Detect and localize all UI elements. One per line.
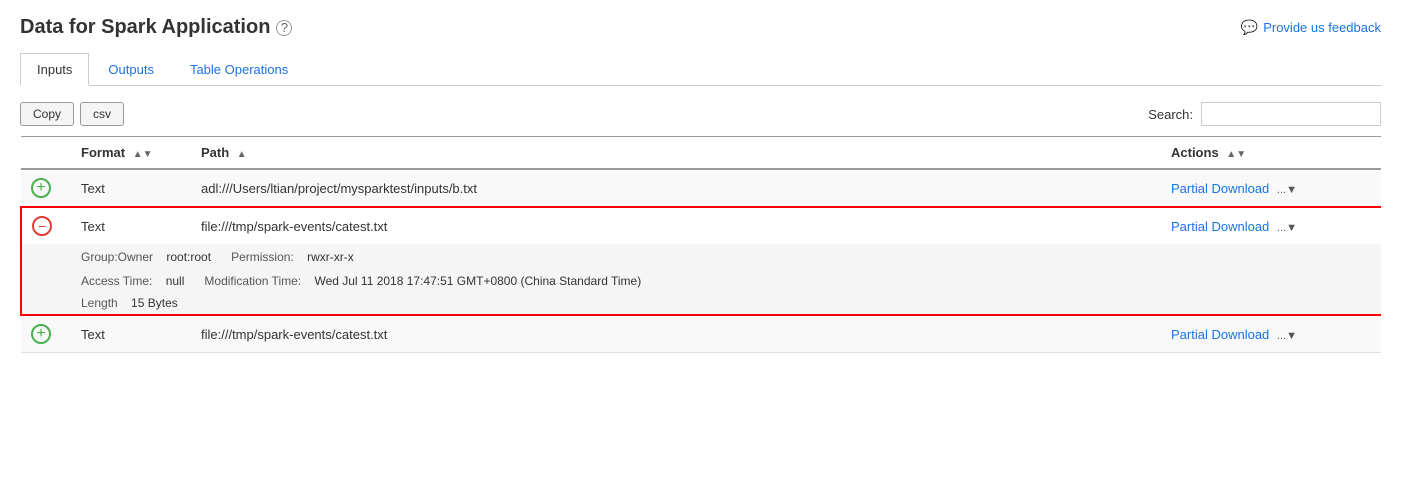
search-input[interactable]	[1201, 102, 1381, 126]
col-actions[interactable]: Actions ▲▼	[1161, 137, 1381, 170]
page-title: Data for Spark Application	[20, 16, 270, 39]
detail-permission-value: rwxr-xr-x	[307, 250, 354, 264]
col-path[interactable]: Path ▲	[191, 137, 1161, 170]
tab-table-operations[interactable]: Table Operations	[173, 53, 305, 85]
row2-partial-download[interactable]: Partial Download	[1171, 219, 1269, 234]
detail-row-1: Group:Owner root:root Permission: rwxr-x…	[21, 244, 1381, 270]
table-row: + Text adl:///Users/ltian/project/myspar…	[21, 169, 1381, 207]
data-table: Format ▲▼ Path ▲ Actions ▲▼ + Text	[20, 136, 1381, 353]
feedback-label: Provide us feedback	[1263, 20, 1381, 35]
row1-expand-icon[interactable]: +	[31, 178, 51, 198]
tab-inputs[interactable]: Inputs	[20, 53, 89, 86]
row2-collapse-icon[interactable]: −	[32, 216, 52, 236]
detail-permission-label: Permission:	[231, 250, 294, 264]
row3-format: Text	[71, 315, 191, 353]
row2-dropdown[interactable]: ...▼	[1277, 222, 1297, 234]
copy-button[interactable]: Copy	[20, 102, 74, 126]
help-icon[interactable]: ?	[276, 20, 292, 36]
row1-format: Text	[71, 169, 191, 207]
row3-partial-download[interactable]: Partial Download	[1171, 327, 1269, 342]
toolbar: Copy csv Search:	[20, 102, 1381, 126]
row2-path: file:///tmp/spark-events/catest.txt	[191, 207, 1161, 244]
row2-expand-cell: −	[21, 207, 71, 244]
table-row-selected: − Text file:///tmp/spark-events/catest.t…	[21, 207, 1381, 244]
row3-expand-cell: +	[21, 315, 71, 353]
col-expand	[21, 137, 71, 170]
detail-modification-label: Modification Time:	[204, 274, 301, 288]
table-row: + Text file:///tmp/spark-events/catest.t…	[21, 315, 1381, 353]
row2-format: Text	[71, 207, 191, 244]
actions-sort-icon: ▲▼	[1226, 149, 1246, 160]
detail-length-label: Length	[81, 296, 118, 310]
row1-partial-download[interactable]: Partial Download	[1171, 181, 1269, 196]
row1-expand-cell: +	[21, 169, 71, 207]
detail-access-value: null	[166, 274, 185, 288]
format-sort-icon: ▲▼	[133, 149, 153, 160]
detail-access-label: Access Time:	[81, 274, 152, 288]
tab-outputs[interactable]: Outputs	[91, 53, 171, 85]
csv-button[interactable]: csv	[80, 102, 124, 126]
row2-actions: Partial Download ...▼	[1161, 207, 1381, 244]
search-label: Search:	[1148, 107, 1193, 122]
detail-row-2: Access Time: null Modification Time: Wed…	[21, 270, 1381, 292]
tab-bar: Inputs Outputs Table Operations	[20, 53, 1381, 86]
row3-dropdown[interactable]: ...▼	[1277, 330, 1297, 342]
row3-path: file:///tmp/spark-events/catest.txt	[191, 315, 1161, 353]
path-sort-icon: ▲	[237, 149, 247, 160]
row1-dropdown[interactable]: ...▼	[1277, 184, 1297, 196]
detail-group-value: root:root	[166, 250, 211, 264]
row1-path: adl:///Users/ltian/project/mysparktest/i…	[191, 169, 1161, 207]
detail-group-label: Group:Owner	[81, 250, 153, 264]
col-format[interactable]: Format ▲▼	[71, 137, 191, 170]
row3-actions: Partial Download ...▼	[1161, 315, 1381, 353]
row3-expand-icon[interactable]: +	[31, 324, 51, 344]
feedback-icon: 💬	[1241, 19, 1258, 36]
detail-row-3: Length 15 Bytes	[21, 292, 1381, 315]
row1-actions: Partial Download ...▼	[1161, 169, 1381, 207]
detail-length-value: 15 Bytes	[131, 296, 178, 310]
detail-modification-value: Wed Jul 11 2018 17:47:51 GMT+0800 (China…	[314, 274, 641, 288]
feedback-link[interactable]: 💬 Provide us feedback	[1241, 19, 1381, 36]
